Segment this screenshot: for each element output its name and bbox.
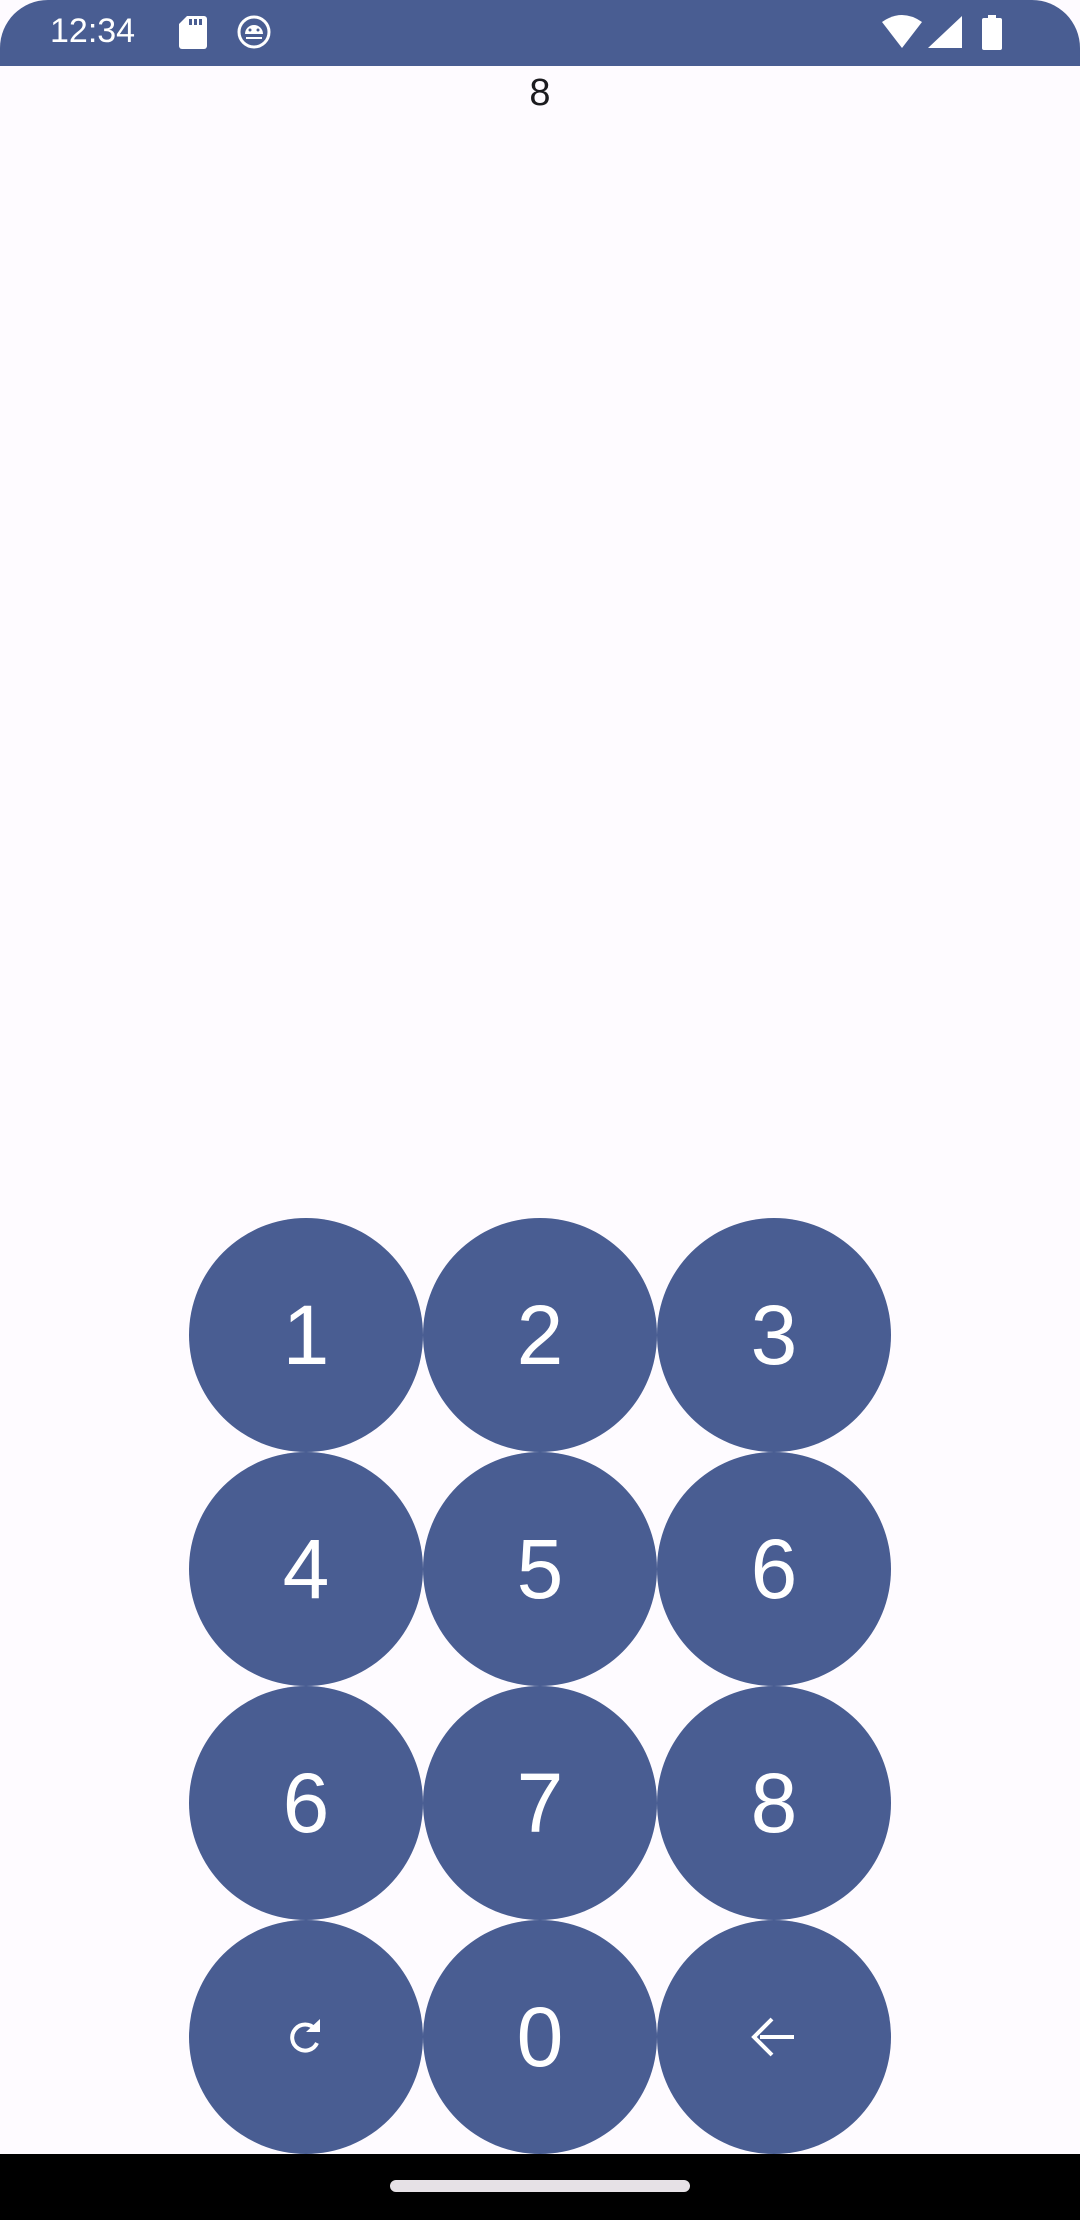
key-6-second[interactable]: 6 [189, 1686, 423, 1920]
reset-icon [290, 2019, 320, 2053]
status-time: 12:34 [50, 12, 136, 50]
wifi-icon [882, 15, 922, 48]
key-5[interactable]: 5 [423, 1452, 657, 1686]
android-debug-icon [237, 15, 271, 49]
key-2[interactable]: 2 [423, 1218, 657, 1452]
key-3[interactable]: 3 [657, 1218, 891, 1452]
key-4[interactable]: 4 [189, 1452, 423, 1686]
key-1[interactable]: 1 [189, 1218, 423, 1452]
calculator-display: 8 [529, 72, 551, 114]
backspace-button[interactable] [657, 1920, 891, 2154]
home-handle[interactable] [390, 2180, 690, 2192]
status-bar: 12:34 [0, 0, 1080, 66]
key-6[interactable]: 6 [657, 1452, 891, 1686]
reset-button[interactable] [189, 1920, 423, 2154]
key-7[interactable]: 7 [423, 1686, 657, 1920]
cellular-signal-icon [928, 16, 962, 48]
battery-icon [982, 15, 1002, 50]
backspace-icon [751, 2017, 794, 2057]
key-0[interactable]: 0 [423, 1920, 657, 2154]
key-8[interactable]: 8 [657, 1686, 891, 1920]
keypad: 1 2 3 4 5 6 6 7 8 0 [189, 1218, 891, 2154]
sd-card-icon [179, 16, 207, 49]
